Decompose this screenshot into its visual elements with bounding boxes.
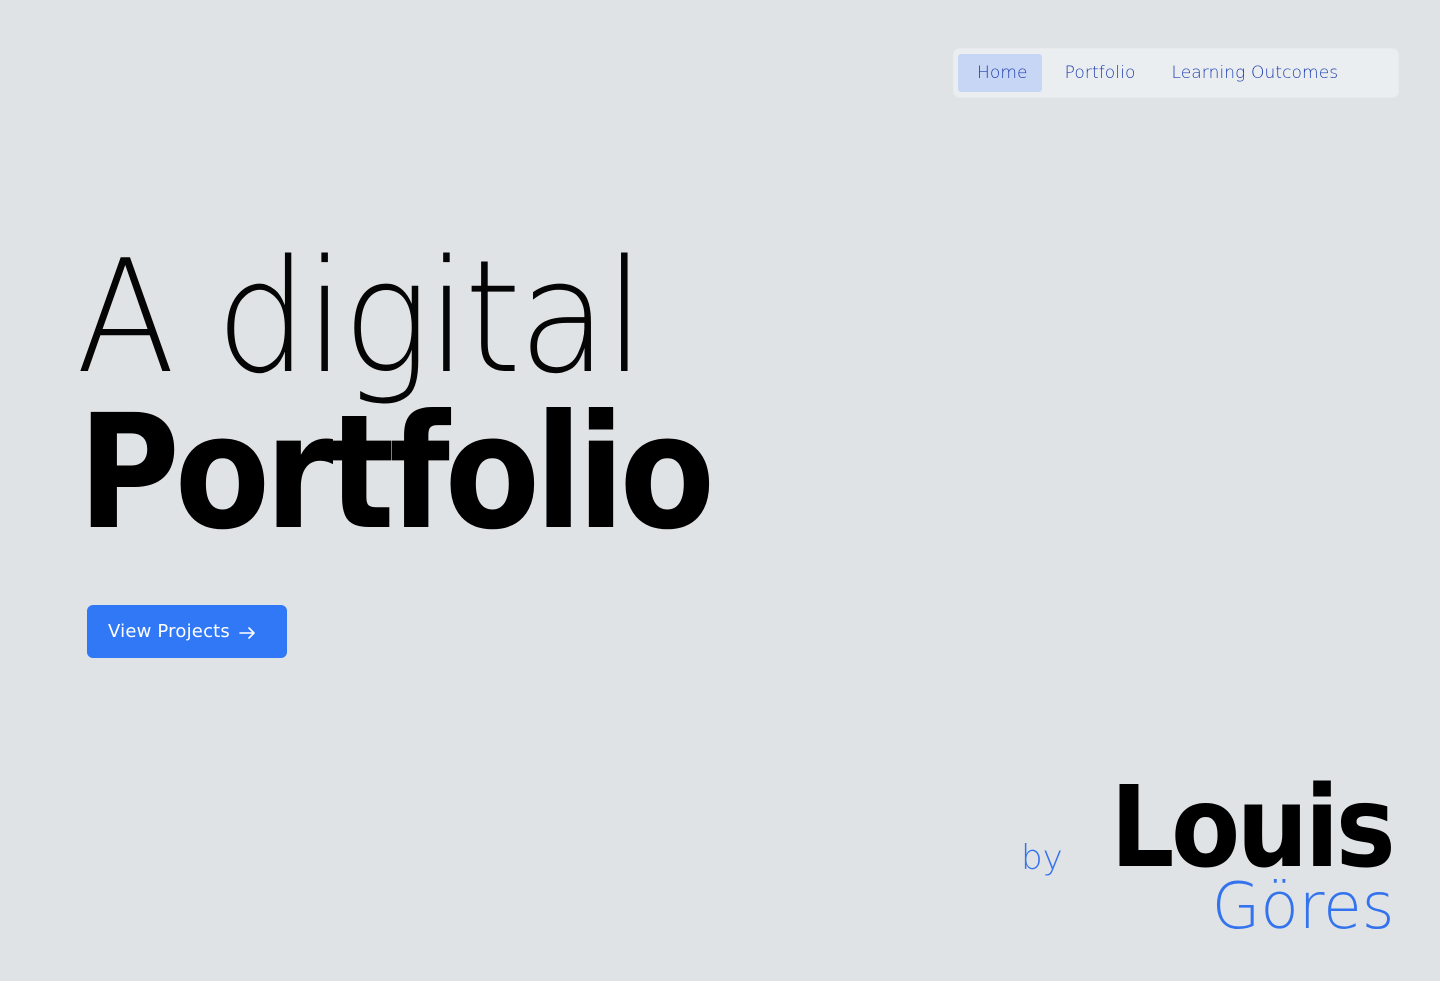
nav-item-home[interactable]: Home xyxy=(958,54,1042,92)
author-last-name: Göres xyxy=(1211,870,1394,944)
top-navigation: Home Portfolio Learning Outcomes xyxy=(954,49,1398,97)
view-projects-button[interactable]: View Projects xyxy=(87,605,287,658)
arrow-right-icon xyxy=(239,626,255,639)
nav-item-learning-outcomes[interactable]: Learning Outcomes xyxy=(1156,54,1353,92)
author-by-label: by xyxy=(1021,838,1063,878)
nav-item-portfolio[interactable]: Portfolio xyxy=(1050,54,1151,92)
view-projects-label: View Projects xyxy=(108,621,230,642)
hero-title-line-2: Portfolio xyxy=(78,381,715,565)
hero-title-line-1: A digital xyxy=(76,226,645,408)
